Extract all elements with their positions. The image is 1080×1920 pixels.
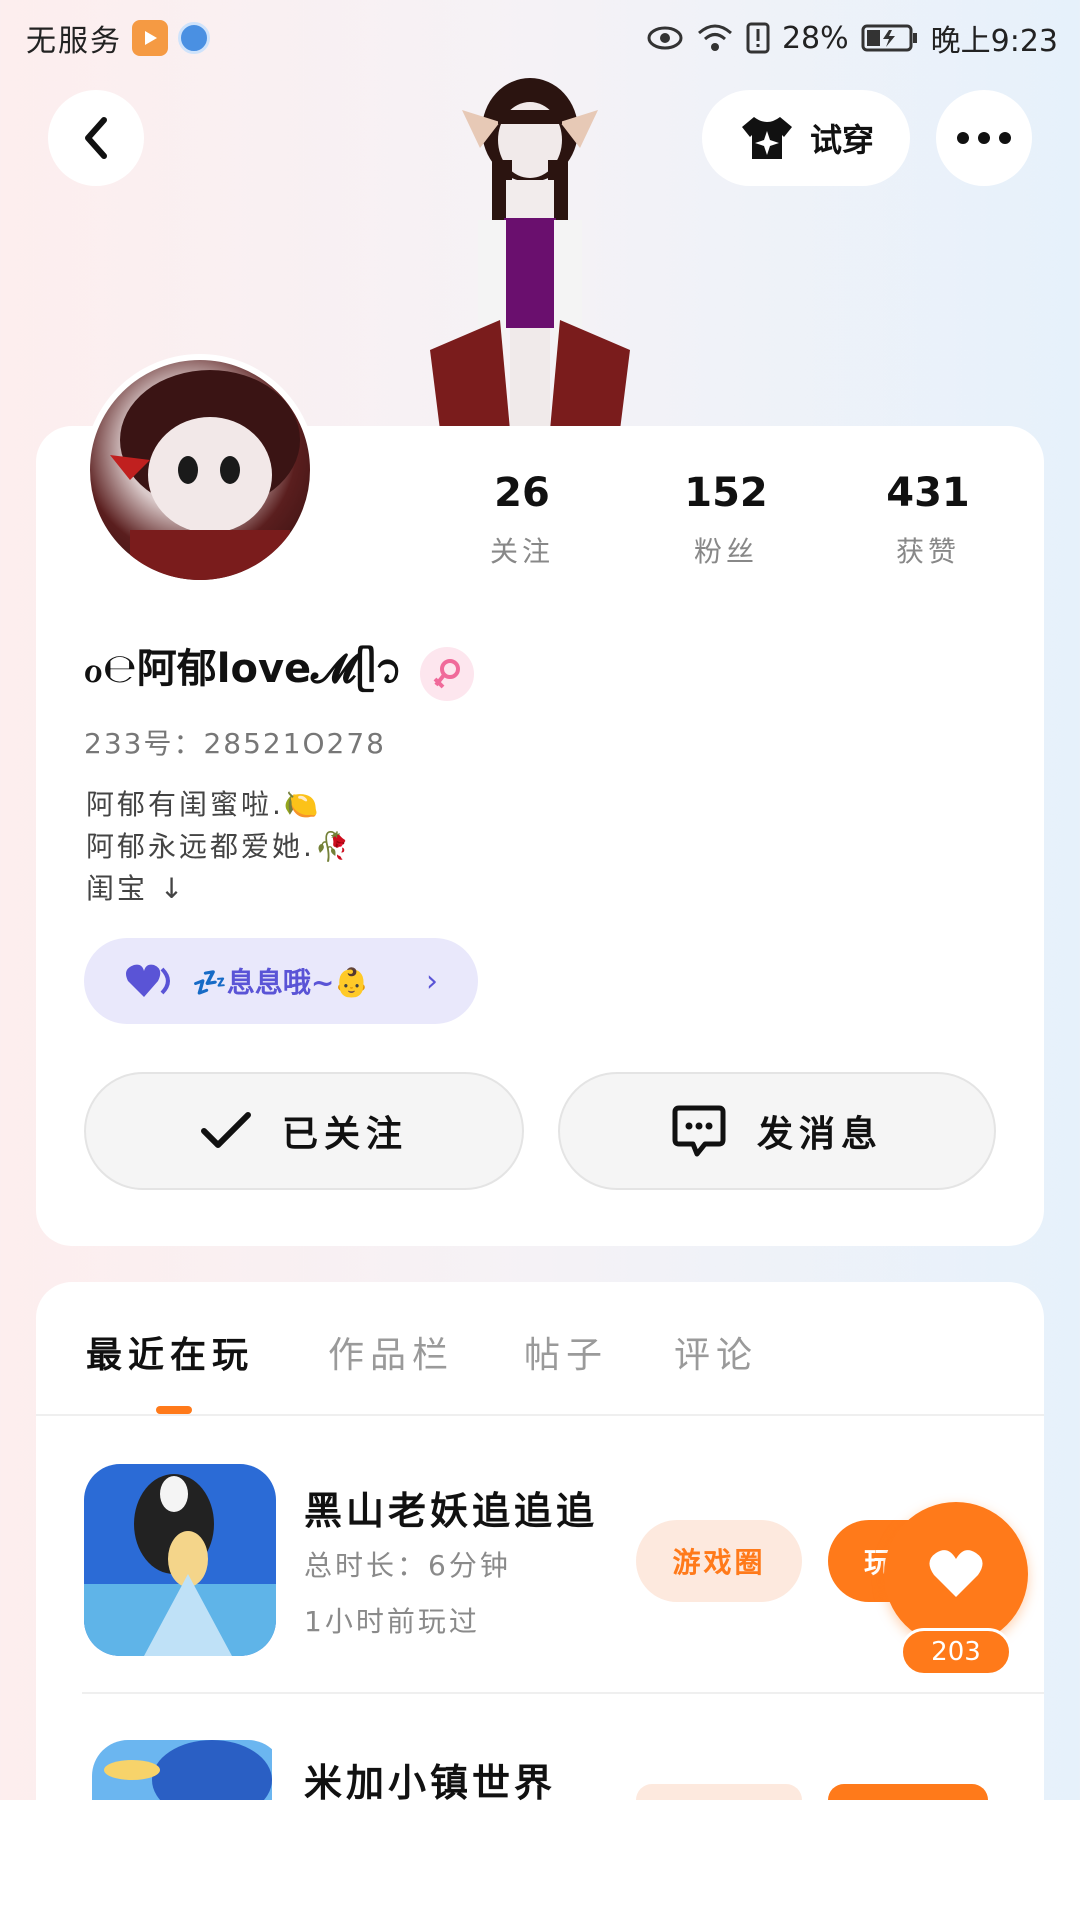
game-circle-button[interactable] <box>636 1784 802 1800</box>
battery-percent: 28% <box>781 20 849 56</box>
row-divider <box>82 1692 1044 1694</box>
video-app-icon <box>132 20 168 56</box>
bio: 阿郁有闺蜜啦.🍋 阿郁永远都爱她.🥀 闺宝 ↓ <box>86 784 353 910</box>
status-text: 💤息息哦~👶 <box>192 966 370 999</box>
try-on-label: 试穿 <box>809 121 874 159</box>
followed-button[interactable]: 已关注 <box>84 1072 524 1190</box>
stat-following-label: 关注 <box>489 535 554 568</box>
stat-likes-label: 获赞 <box>895 535 960 568</box>
eye-icon <box>647 26 683 50</box>
game-circle-button[interactable]: 游戏圈 <box>636 1520 802 1602</box>
stat-following[interactable]: 26 关注 <box>452 470 592 570</box>
alert-sim-icon <box>746 22 770 54</box>
avatar[interactable] <box>84 354 316 586</box>
tab-comments[interactable]: 评论 <box>674 1326 758 1378</box>
game-thumbnail-image <box>84 1464 276 1656</box>
stat-following-count: 26 <box>494 470 550 516</box>
send-message-button[interactable]: 发消息 <box>558 1072 996 1190</box>
game-thumbnail[interactable] <box>84 1464 276 1656</box>
tab-posts[interactable]: 帖子 <box>524 1326 608 1378</box>
tshirt-sparkle-icon <box>741 117 792 159</box>
more-options-button[interactable] <box>936 90 1032 186</box>
chevron-left-icon <box>85 117 107 159</box>
heart-status-icon <box>126 964 170 997</box>
status-bar-left: 无服务 <box>26 16 210 60</box>
stat-followers-label: 粉丝 <box>693 535 758 568</box>
carrier-text: 无服务 <box>26 24 122 59</box>
back-button[interactable] <box>48 90 144 186</box>
status-bar-right: 28% 晚上9:23 <box>646 16 1058 60</box>
bio-line: 闺宝 ↓ <box>86 872 187 905</box>
send-message-label: 发消息 <box>756 1114 883 1155</box>
play-button[interactable] <box>828 1784 988 1800</box>
bio-line: 阿郁永远都爱她.🥀 <box>86 830 353 863</box>
battery-icon <box>861 24 917 52</box>
stat-likes-count: 431 <box>886 470 970 516</box>
username: ℴ℮阿郁love𝓜ᥫ᭡ <box>84 646 403 692</box>
game-thumbnail[interactable] <box>92 1740 284 1800</box>
heart-icon <box>929 1550 983 1597</box>
user-id: 233号：28521O278 <box>84 727 386 760</box>
username-row: ℴ℮阿郁love𝓜ᥫ᭡ <box>84 636 475 712</box>
stat-followers[interactable]: 152 粉丝 <box>656 470 796 570</box>
bottom-mask <box>0 1808 1080 1920</box>
tab-active-indicator <box>156 1406 192 1414</box>
tab-divider <box>36 1414 1044 1416</box>
like-count: 203 <box>900 1628 1012 1676</box>
followed-label: 已关注 <box>281 1114 408 1155</box>
game-last-played: 1小时前玩过 <box>304 1605 480 1638</box>
wifi-icon <box>697 24 732 51</box>
game-duration: 总时长：6分钟 <box>304 1549 511 1582</box>
checkmark-icon <box>200 1112 251 1148</box>
status-pill[interactable]: 💤息息哦~👶 › <box>84 938 478 1024</box>
browser-app-icon <box>178 22 210 54</box>
avatar-figure-image <box>430 78 630 430</box>
avatar-portrait-image <box>110 370 300 580</box>
game-title[interactable]: 黑山老妖追追追 <box>304 1480 598 1535</box>
clock-time: 晚上9:23 <box>930 24 1058 59</box>
game-title[interactable]: 米加小镇世界 <box>304 1752 556 1807</box>
game-thumbnail-image <box>92 1740 272 1800</box>
try-on-button[interactable]: 试穿 <box>702 90 910 186</box>
status-bar: 无服务 28% 晚上9:23 <box>0 0 1080 76</box>
like-fab-button[interactable] <box>884 1502 1028 1646</box>
chevron-right-icon: › <box>426 963 438 999</box>
tab-works[interactable]: 作品栏 <box>328 1326 454 1378</box>
chat-bubble-icon <box>672 1105 726 1157</box>
female-gender-icon <box>420 647 475 701</box>
bio-line: 阿郁有闺蜜啦.🍋 <box>86 788 322 821</box>
tab-recently-played[interactable]: 最近在玩 <box>86 1326 254 1378</box>
stat-likes[interactable]: 431 获赞 <box>858 470 998 570</box>
stat-followers-count: 152 <box>684 470 768 516</box>
more-dots-icon <box>957 132 1011 144</box>
